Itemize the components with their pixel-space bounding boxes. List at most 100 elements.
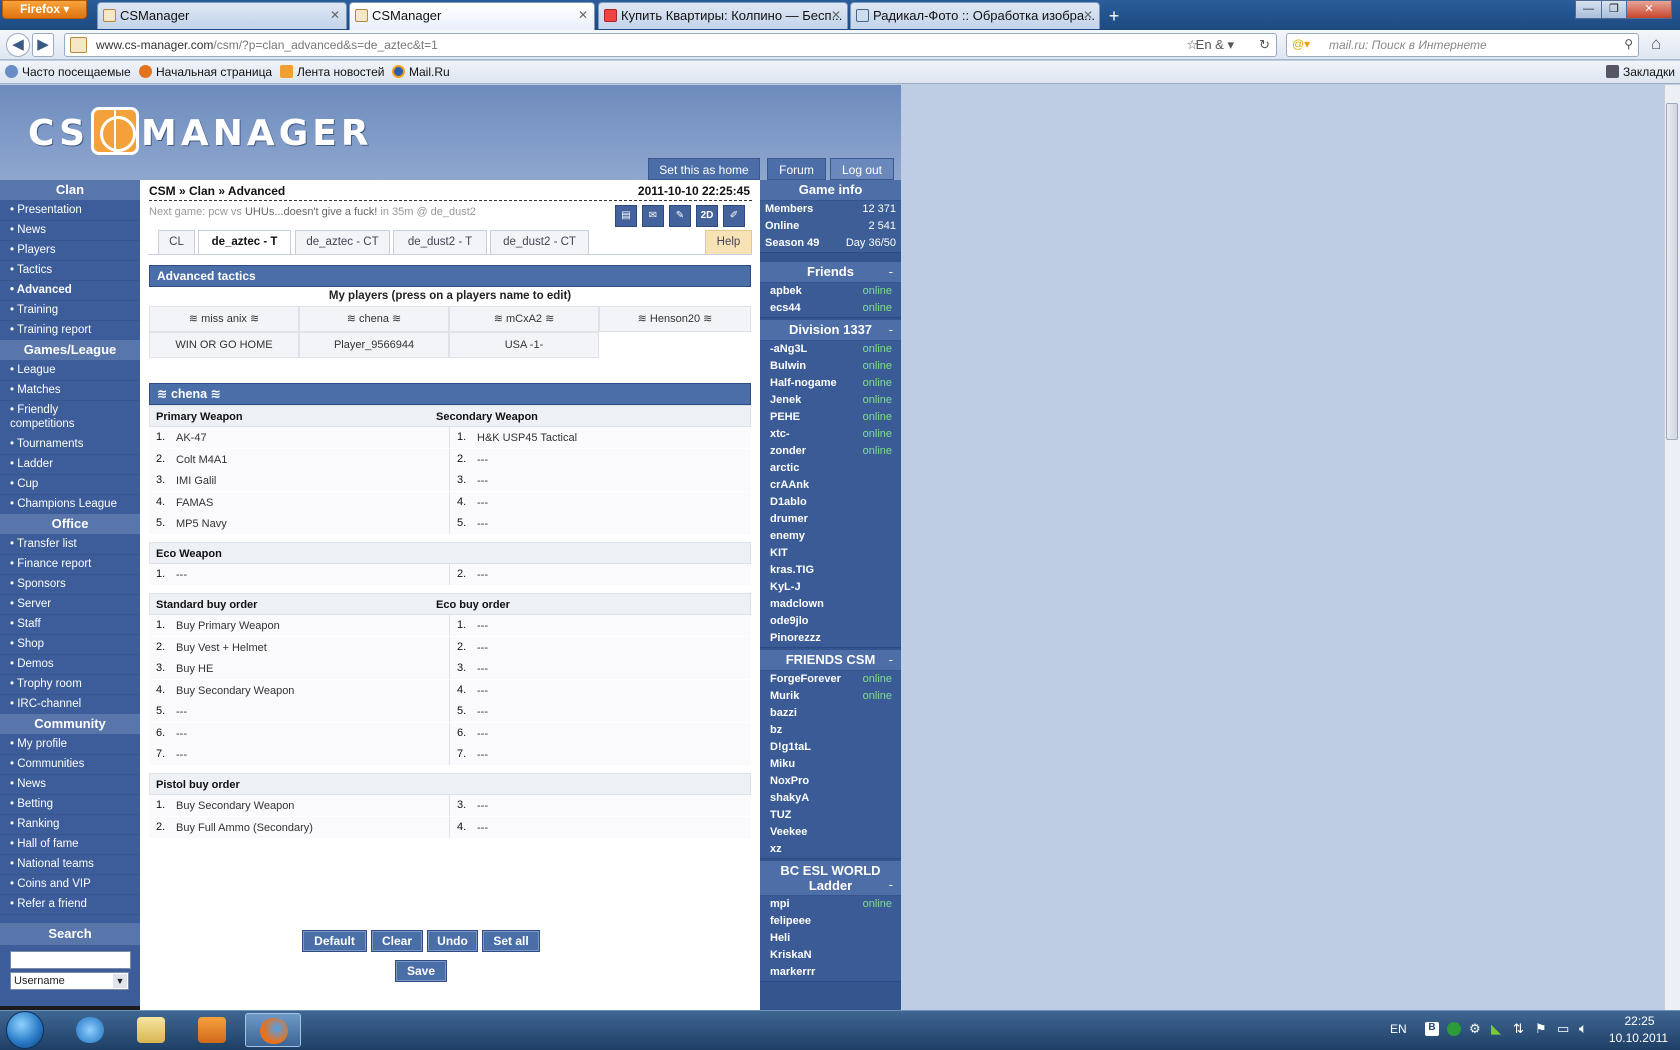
friend-row[interactable]: xtc-online [760, 426, 901, 444]
friend-row[interactable]: Jenek online [760, 392, 901, 410]
order-cell[interactable]: 4. --- [450, 816, 751, 838]
forum-button[interactable]: Forum [767, 158, 826, 180]
friend-row[interactable]: NoxPro [760, 773, 901, 791]
friend-row[interactable]: ForgeForever online [760, 671, 901, 689]
tab-de-dust2-ct[interactable]: de_dust2 - CT [490, 230, 589, 254]
player-henson20[interactable]: ≋ Henson20 ≋ [599, 306, 751, 332]
friend-row[interactable]: KriskaN [760, 947, 901, 965]
nav-friendly-competitions[interactable]: • Friendly competitions [0, 400, 120, 434]
nav-trophy-room[interactable]: • Trophy room [0, 674, 140, 695]
close-tab-icon[interactable]: ✕ [1083, 8, 1093, 22]
nav-communities[interactable]: • Communities [0, 754, 140, 775]
nav-betting[interactable]: • Betting [0, 794, 140, 815]
friend-row[interactable]: mpi online [760, 896, 901, 914]
mail-icon[interactable]: ✉ [642, 205, 664, 227]
friend-row[interactable]: Heli [760, 930, 901, 948]
friend-row[interactable]: Murik online [760, 688, 901, 706]
next-game-opponent-link[interactable]: UHUs...doesn't give a fuck! [245, 206, 377, 218]
order-cell[interactable]: 3. Buy HE [149, 658, 450, 679]
player-chena[interactable]: ≋ chena ≋ [299, 306, 449, 332]
vk-tray-icon[interactable]: B [1425, 1022, 1439, 1036]
collapse-toggle-icon[interactable]: - [889, 650, 893, 670]
tab-csmanager-2[interactable]: CSManager ✕ [349, 2, 595, 30]
friend-row[interactable]: KyL-J [760, 579, 901, 597]
friend-row[interactable]: markerrr [760, 964, 901, 982]
new-tab-button[interactable]: + [1102, 4, 1126, 28]
tag-icon[interactable]: ✎ [669, 205, 691, 227]
friend-row[interactable]: TUZ [760, 807, 901, 825]
taskbar-explorer[interactable] [123, 1013, 179, 1047]
friend-row[interactable]: kras.TIG [760, 562, 901, 580]
messenger-tray-icon[interactable] [1447, 1022, 1461, 1036]
nav-presentation[interactable]: • Presentation [0, 200, 140, 221]
nav-transfer-list[interactable]: • Transfer list [0, 534, 140, 555]
steam-tray-icon[interactable]: ⚙ [1469, 1021, 1481, 1037]
order-cell[interactable]: 2. --- [450, 564, 751, 585]
tab-de-aztec-ct[interactable]: de_aztec - CT [295, 230, 390, 254]
taskbar-media-player[interactable] [184, 1013, 240, 1047]
friend-row[interactable]: KIT [760, 545, 901, 563]
undo-button[interactable]: Undo [427, 930, 478, 952]
friend-row[interactable]: D1ablo [760, 494, 901, 512]
nav-training-report[interactable]: • Training report [0, 320, 140, 341]
clock-time[interactable]: 22:25 [1612, 1014, 1667, 1028]
windows-start-icon[interactable] [6, 1011, 44, 1049]
order-cell[interactable]: 2. Buy Full Ammo (Secondary) [149, 816, 450, 838]
order-cell[interactable]: 4. --- [450, 679, 751, 701]
translate-icon[interactable]: En & ▾ [1196, 37, 1234, 53]
nav-league[interactable]: • League [0, 360, 140, 381]
url-bar[interactable]: www.cs-manager.com/csm/?p=clan_advanced&… [64, 33, 1277, 57]
taskbar-ie[interactable] [62, 1013, 118, 1047]
friend-row[interactable]: Pinorezzz [760, 630, 901, 648]
order-cell[interactable]: 1. --- [149, 564, 450, 585]
nav-coins-vip[interactable]: • Coins and VIP [0, 874, 140, 895]
note-icon[interactable]: ✐ [723, 205, 745, 227]
network-tray-icon[interactable]: ⇅ [1513, 1021, 1524, 1037]
tab-de-dust2-t[interactable]: de_dust2 - T [393, 230, 487, 254]
friend-row[interactable]: felipeee [760, 913, 901, 931]
default-button[interactable]: Default [302, 930, 367, 952]
nav-players[interactable]: • Players [0, 240, 140, 261]
home-icon[interactable]: ⌂ [1651, 34, 1661, 54]
nav-irc-channel[interactable]: • IRC-channel [0, 694, 140, 715]
order-cell[interactable]: 5. MP5 Navy [149, 513, 450, 534]
nav-matches[interactable]: • Matches [0, 380, 140, 401]
nav-tactics[interactable]: • Tactics [0, 260, 140, 281]
order-cell[interactable]: 4. FAMAS [149, 491, 450, 513]
book-icon[interactable]: ▤ [615, 205, 637, 227]
friend-row[interactable]: bazzi [760, 705, 901, 723]
nav-demos[interactable]: • Demos [0, 654, 140, 675]
forward-arrow-icon[interactable]: ▶ [32, 33, 54, 57]
nav-finance-report[interactable]: • Finance report [0, 554, 140, 575]
friend-row[interactable]: -aNg3L online [760, 341, 901, 359]
set-all-button[interactable]: Set all [482, 930, 540, 952]
order-cell[interactable]: 1. AK-47 [149, 427, 450, 448]
friend-row[interactable]: madclown [760, 596, 901, 614]
nav-news[interactable]: • News [0, 220, 140, 241]
nav-hall-of-fame[interactable]: • Hall of fame [0, 834, 140, 855]
taskbar-firefox[interactable] [245, 1013, 301, 1047]
bookmark-news-feed[interactable]: Лента новостей [280, 65, 385, 79]
friend-group-header[interactable]: BC ESL WORLD Ladder - [760, 861, 901, 895]
bookmarks-menu[interactable]: Закладки [1606, 65, 1675, 79]
order-cell[interactable]: 7. --- [450, 744, 751, 765]
search-magnifier-icon[interactable]: ⚲ [1624, 37, 1633, 51]
clock-date[interactable]: 10.10.2011 [1601, 1031, 1676, 1045]
friend-row[interactable]: ode9jlo [760, 613, 901, 631]
close-tab-icon[interactable]: ✕ [330, 8, 340, 22]
friend-row[interactable]: zonder online [760, 443, 901, 461]
nav-my-profile[interactable]: • My profile [0, 734, 140, 755]
maximize-button[interactable]: ❐ [1601, 0, 1627, 19]
logout-button[interactable]: Log out [830, 158, 894, 180]
order-cell[interactable]: 2. Colt M4A1 [149, 448, 450, 470]
collapse-toggle-icon[interactable]: - [889, 320, 893, 340]
friend-group-header[interactable]: Friends - [760, 262, 901, 282]
friend-row[interactable]: Miku [760, 756, 901, 774]
order-cell[interactable]: 4. Buy Secondary Weapon [149, 679, 450, 701]
friend-row[interactable]: shakyA [760, 790, 901, 808]
reload-icon[interactable]: ↻ [1259, 37, 1270, 53]
clear-button[interactable]: Clear [371, 930, 423, 952]
nav-sponsors[interactable]: • Sponsors [0, 574, 140, 595]
tab-cl[interactable]: CL [158, 230, 195, 254]
friend-row[interactable]: ecs44 online [760, 300, 901, 318]
